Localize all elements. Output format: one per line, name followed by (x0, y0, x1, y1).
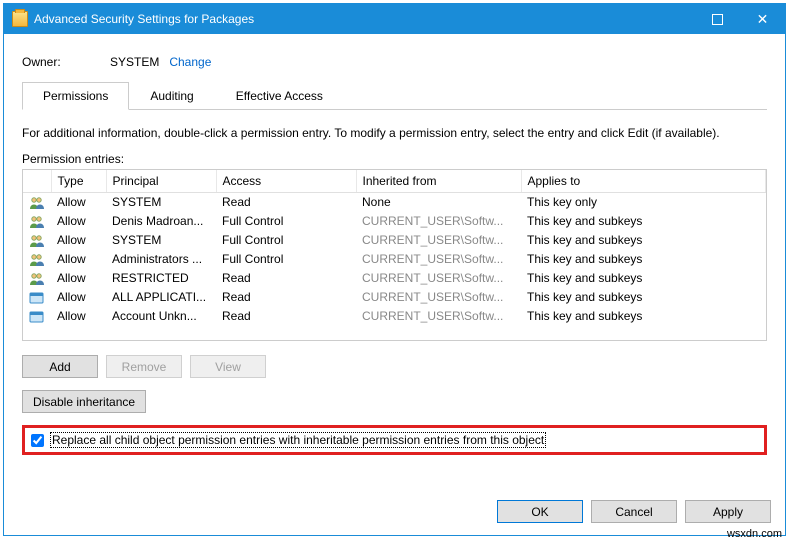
tab-effective-access[interactable]: Effective Access (215, 82, 344, 110)
cell-applies-to: This key and subkeys (521, 288, 766, 307)
change-owner-link[interactable]: Change (169, 55, 211, 69)
cell-principal: ALL APPLICATI... (106, 288, 216, 307)
cell-type: Allow (51, 307, 106, 326)
system-buttons: ✕ (650, 4, 785, 34)
cell-inherited-from: CURRENT_USER\Softw... (356, 212, 521, 231)
cell-access: Full Control (216, 212, 356, 231)
cell-type: Allow (51, 212, 106, 231)
cell-access: Read (216, 288, 356, 307)
table-row[interactable]: AllowRESTRICTEDReadCURRENT_USER\Softw...… (23, 269, 766, 288)
cell-principal: SYSTEM (106, 193, 216, 212)
content-area: Owner: SYSTEM Change Permissions Auditin… (4, 34, 785, 490)
group-icon (29, 196, 45, 210)
replace-entries-highlight: Replace all child object permission entr… (22, 425, 767, 455)
add-button[interactable]: Add (22, 355, 98, 378)
cell-access: Read (216, 307, 356, 326)
ok-button[interactable]: OK (497, 500, 583, 523)
cell-principal: Administrators ... (106, 250, 216, 269)
group-icon (29, 272, 45, 286)
cell-access: Read (216, 269, 356, 288)
table-row[interactable]: AllowSYSTEMFull ControlCURRENT_USER\Soft… (23, 231, 766, 250)
view-button[interactable]: View (190, 355, 266, 378)
apply-button[interactable]: Apply (685, 500, 771, 523)
cell-type: Allow (51, 231, 106, 250)
cell-type: Allow (51, 250, 106, 269)
tab-auditing[interactable]: Auditing (129, 82, 214, 110)
entry-buttons: Add Remove View (22, 355, 767, 378)
cell-inherited-from: CURRENT_USER\Softw... (356, 288, 521, 307)
watermark: wsxdn.com (727, 528, 782, 540)
cell-type: Allow (51, 269, 106, 288)
cell-access: Full Control (216, 250, 356, 269)
table-row[interactable]: AllowAdministrators ...Full ControlCURRE… (23, 250, 766, 269)
col-access[interactable]: Access (216, 170, 356, 193)
app-icon (29, 310, 45, 324)
cell-access: Full Control (216, 231, 356, 250)
cell-principal: Account Unkn... (106, 307, 216, 326)
cell-applies-to: This key and subkeys (521, 212, 766, 231)
cell-inherited-from: CURRENT_USER\Softw... (356, 231, 521, 250)
window-frame: Advanced Security Settings for Packages … (3, 3, 786, 536)
cell-type: Allow (51, 288, 106, 307)
permission-table[interactable]: Type Principal Access Inherited from App… (22, 169, 767, 341)
cell-principal: SYSTEM (106, 231, 216, 250)
entries-label: Permission entries: (22, 152, 767, 166)
col-type[interactable]: Type (51, 170, 106, 193)
replace-entries-label[interactable]: Replace all child object permission entr… (50, 432, 546, 448)
cell-applies-to: This key and subkeys (521, 231, 766, 250)
cell-inherited-from: CURRENT_USER\Softw... (356, 307, 521, 326)
app-icon (29, 291, 45, 305)
table-row[interactable]: AllowAccount Unkn...ReadCURRENT_USER\Sof… (23, 307, 766, 326)
col-applies-to[interactable]: Applies to (521, 170, 766, 193)
group-icon (29, 215, 45, 229)
group-icon (29, 253, 45, 267)
cell-applies-to: This key and subkeys (521, 269, 766, 288)
cell-inherited-from: CURRENT_USER\Softw... (356, 269, 521, 288)
cell-applies-to: This key only (521, 193, 766, 212)
cancel-button[interactable]: Cancel (591, 500, 677, 523)
cell-inherited-from: None (356, 193, 521, 212)
cell-principal: Denis Madroan... (106, 212, 216, 231)
info-text: For additional information, double-click… (22, 126, 767, 140)
replace-entries-checkbox[interactable] (31, 434, 44, 447)
owner-value: SYSTEM (110, 55, 159, 69)
table-row[interactable]: AllowDenis Madroan...Full ControlCURRENT… (23, 212, 766, 231)
col-principal[interactable]: Principal (106, 170, 216, 193)
cell-inherited-from: CURRENT_USER\Softw... (356, 250, 521, 269)
maximize-button[interactable] (695, 4, 740, 34)
cell-type: Allow (51, 193, 106, 212)
disable-inheritance-button[interactable]: Disable inheritance (22, 390, 146, 413)
cell-applies-to: This key and subkeys (521, 250, 766, 269)
table-header-row: Type Principal Access Inherited from App… (23, 170, 766, 193)
window-title: Advanced Security Settings for Packages (34, 12, 650, 26)
cell-principal: RESTRICTED (106, 269, 216, 288)
owner-row: Owner: SYSTEM Change (22, 55, 767, 69)
dialog-footer: OK Cancel Apply (4, 490, 785, 535)
titlebar: Advanced Security Settings for Packages … (4, 4, 785, 34)
tab-strip: Permissions Auditing Effective Access (22, 81, 767, 110)
cell-applies-to: This key and subkeys (521, 307, 766, 326)
minimize-button[interactable] (650, 4, 695, 34)
col-inherited-from[interactable]: Inherited from (356, 170, 521, 193)
owner-label: Owner: (22, 55, 110, 69)
cell-access: Read (216, 193, 356, 212)
tab-permissions[interactable]: Permissions (22, 82, 129, 110)
remove-button[interactable]: Remove (106, 355, 182, 378)
folder-icon (12, 11, 28, 27)
table-row[interactable]: AllowALL APPLICATI...ReadCURRENT_USER\So… (23, 288, 766, 307)
group-icon (29, 234, 45, 248)
table-row[interactable]: AllowSYSTEMReadNoneThis key only (23, 193, 766, 212)
close-button[interactable]: ✕ (740, 4, 785, 34)
